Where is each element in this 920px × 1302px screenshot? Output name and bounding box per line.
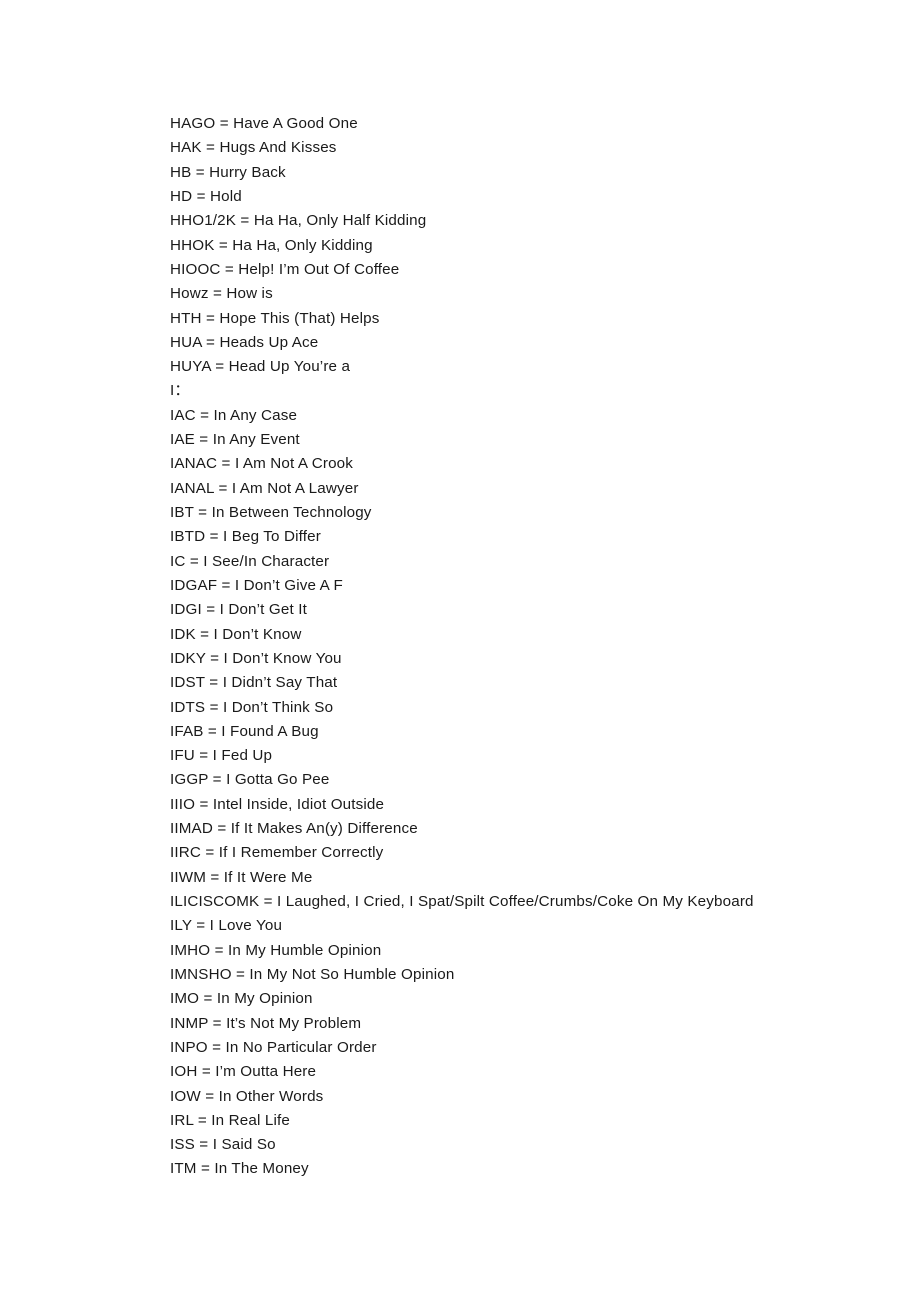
acronym-entry: HTH = Hope This (That) Helps	[170, 309, 380, 327]
acronym-entry: Howz = How is	[170, 285, 273, 303]
acronym-entry: HAK = Hugs And Kisses	[170, 139, 337, 157]
acronym-entry: IANAL = I Am Not A Lawyer	[170, 479, 359, 497]
acronym-entry: IIWM = If It Were Me	[170, 868, 313, 886]
acronym-entry: IMHO = In My Humble Opinion	[170, 941, 382, 959]
acronym-entry: IIRC = If I Remember Correctly	[170, 844, 384, 862]
acronym-entry: IRL = In Real Life	[170, 1111, 290, 1129]
acronym-entry: IAE = In Any Event	[170, 431, 300, 449]
acronym-entry: HHO1/2K = Ha Ha, Only Half Kidding	[170, 212, 427, 230]
acronym-entry: INMP = It’s Not My Problem	[170, 1014, 362, 1032]
acronym-entry: ITM = In The Money	[170, 1160, 309, 1178]
acronym-entry: HUA = Heads Up Ace	[170, 333, 319, 351]
acronym-entry: IFAB = I Found A Bug	[170, 722, 319, 740]
section-heading: I：	[170, 382, 190, 400]
acronym-entry: ILICISCOMK = I Laughed, I Cried, I Spat/…	[170, 893, 754, 910]
acronym-entry: IDGI = I Don’t Get It	[170, 601, 307, 619]
acronym-entry: HUYA = Head Up You’re a	[170, 358, 351, 376]
acronym-entry: HB = Hurry Back	[170, 163, 286, 181]
acronym-entry: IAC = In Any Case	[170, 406, 298, 424]
acronym-entry: ILY = I Love You	[170, 917, 283, 935]
acronym-entry: HAGO = Have A Good One	[170, 115, 358, 132]
acronym-entry: INPO = In No Particular Order	[170, 1038, 377, 1056]
acronym-entry: IDTS = I Don’t Think So	[170, 698, 334, 716]
acronym-entry: ISS = I Said So	[170, 1136, 276, 1154]
acronym-entry: IFU = I Fed Up	[170, 747, 273, 765]
acronym-entry: HHOK = Ha Ha, Only Kidding	[170, 236, 373, 254]
acronym-entry: IC = I See/In Character	[170, 552, 330, 570]
acronym-entry: IMNSHO = In My Not So Humble Opinion	[170, 965, 455, 983]
document-page: HAGO = Have A Good One HAK = Hugs And Kis…	[0, 0, 920, 1302]
acronym-entry: IIIO = Intel Inside, Idiot Outside	[170, 795, 385, 813]
acronym-entry: IANAC = I Am Not A Crook	[170, 455, 354, 473]
acronym-entry: IIMAD = If It Makes An(y) Difference	[170, 820, 418, 838]
acronym-entry: IDGAF = I Don’t Give A F	[170, 576, 343, 594]
acronym-entry: HIOOC = Help! I’m Out Of Coffee	[170, 260, 400, 278]
acronym-entry: IDST = I Didn’t Say That	[170, 674, 338, 692]
acronym-entry: IOW = In Other Words	[170, 1087, 324, 1105]
acronym-entry: IDK = I Don’t Know	[170, 625, 302, 643]
acronym-entry: IDKY = I Don’t Know You	[170, 649, 342, 667]
acronym-entry: IBT = In Between Technology	[170, 504, 372, 521]
acronym-entry: IMO = In My Opinion	[170, 990, 313, 1008]
acronym-entry: IGGP = I Gotta Go Pee	[170, 771, 330, 789]
acronym-entry: IBTD = I Beg To Differ	[170, 528, 321, 546]
acronym-list: HAGO = Have A Good One HAK = Hugs And Kis…	[170, 112, 870, 1182]
acronym-entry: IOH = I’m Outta Here	[170, 1063, 317, 1081]
acronym-entry: HD = Hold	[170, 187, 242, 205]
